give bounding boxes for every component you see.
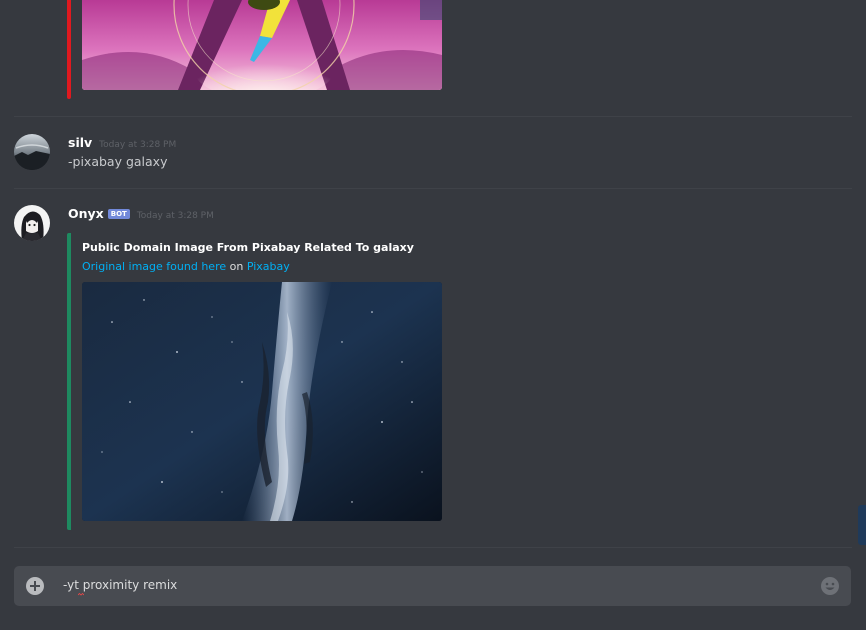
smiley-icon[interactable] [820,576,840,596]
embed-connector-text: on [229,260,244,273]
embed-color-bar [67,233,71,530]
scroll-indicator[interactable] [858,505,866,545]
message-header: Onyx BOT Today at 3:28 PM [68,206,214,221]
avatar[interactable] [14,205,50,241]
embed-title: Public Domain Image From Pixabay Related… [82,241,414,254]
previous-embed-color-bar [67,0,71,99]
username[interactable]: Onyx [68,206,104,221]
message-header: silv Today at 3:28 PM [68,135,176,150]
chat-view: silv Today at 3:28 PM -pixabay galaxy On… [0,0,866,630]
message-input-text[interactable]: -yt proximity remix [63,578,177,592]
bot-avatar-image [14,205,50,241]
user-avatar-image [14,134,50,170]
message-input-bar[interactable]: -yt proximity remix [14,566,851,606]
message-timestamp: Today at 3:28 PM [99,140,177,150]
bot-badge: BOT [107,209,130,219]
spellcheck-underline [78,593,84,596]
galaxy-image [82,282,442,521]
previous-embed-image[interactable] [82,0,442,90]
message-timestamp: Today at 3:28 PM [136,211,214,221]
avatar[interactable] [14,134,50,170]
plus-circle-icon[interactable] [25,576,45,596]
embed-image[interactable] [82,282,442,521]
message-divider [14,116,852,117]
message-divider [14,188,852,189]
username[interactable]: silv [68,135,92,150]
pixabay-link[interactable]: Pixabay [247,260,290,273]
message-text: -pixabay galaxy [68,154,168,169]
previous-embed-artwork [82,0,442,90]
original-image-link[interactable]: Original image found here [82,260,226,273]
message-divider [14,547,852,548]
embed-description: Original image found here on Pixabay [82,260,290,273]
